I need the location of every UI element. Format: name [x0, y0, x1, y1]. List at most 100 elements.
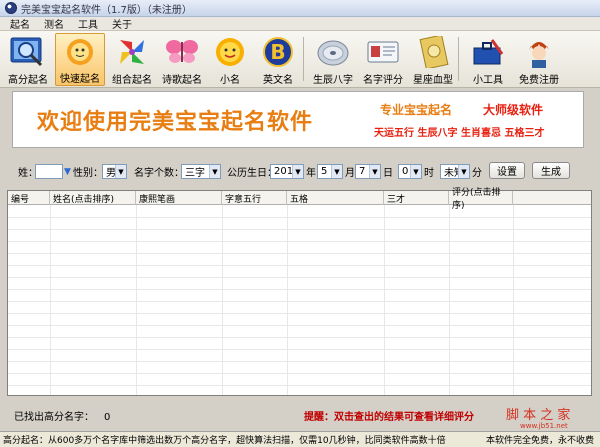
toolbar-register-button[interactable]: 免费注册 — [511, 33, 567, 86]
grid-column-line — [287, 205, 288, 395]
toolbar-quick-naming-button[interactable]: 快速起名 — [55, 33, 105, 86]
minute-select[interactable]: 未知 ▼ — [440, 164, 470, 179]
status-free-notice: 本软件完全免费，永不收费 — [485, 436, 594, 446]
grid-row-line — [8, 277, 591, 278]
day-select[interactable]: 7 ▼ — [355, 164, 381, 179]
toolbar-tools-button[interactable]: 小工具 — [463, 33, 513, 86]
surname-input[interactable] — [35, 164, 63, 179]
toolbar-label: 名字评分 — [363, 75, 403, 86]
toolbar-label: 免费注册 — [519, 75, 559, 86]
toolbar-combo-naming-button[interactable]: 组合起名 — [107, 33, 157, 86]
menu-bar: 起名 测名 工具 关于 — [0, 17, 600, 31]
grid-column-line — [222, 205, 223, 395]
name-length-select[interactable]: 三字 ▼ — [181, 164, 221, 179]
dropdown-arrow-icon[interactable]: ▼ — [64, 167, 71, 177]
toolbar-label: 组合起名 — [112, 75, 152, 86]
banner-features: 天运五行 生辰八字 生肖喜忌 五格三才 — [374, 128, 545, 139]
column-header-name[interactable]: 姓名(点击排序) — [50, 191, 136, 205]
column-header-elements[interactable]: 字意五行 — [222, 191, 287, 205]
toolbar-separator — [303, 37, 304, 81]
toolbar-label: 英文名 — [263, 75, 293, 86]
character-icon — [520, 35, 558, 69]
table-header: 编号 姓名(点击排序) 康熙笔画 字意五行 五格 三才 评分(点击排序) — [8, 188, 591, 211]
grid-column-line — [513, 205, 514, 395]
chevron-down-icon: ▼ — [115, 165, 126, 178]
hour-value: 0 — [402, 166, 409, 177]
hour-unit: 时 — [424, 168, 434, 179]
toolbar-nickname-button[interactable]: 小名 — [205, 33, 255, 86]
toolbar-high-score-button[interactable]: 高分起名 — [3, 33, 53, 86]
column-header-sancai[interactable]: 三才 — [384, 191, 449, 205]
name-length-value: 三字 — [185, 168, 205, 179]
grid-row-line — [8, 313, 591, 314]
window-title: 完美宝宝起名软件（1.7版）（未注册） — [21, 4, 192, 16]
name-length-label: 名字个数： — [134, 168, 184, 179]
grid-column-line — [384, 205, 385, 395]
grid-row-line — [8, 349, 591, 350]
disc-icon — [314, 35, 352, 69]
grid-row-line — [8, 289, 591, 290]
zodiac-card-icon — [414, 35, 452, 69]
results-table: 编号 姓名(点击排序) 康熙笔画 字意五行 五格 三才 评分(点击排序) — [7, 188, 592, 396]
chevron-down-icon: ▼ — [292, 165, 303, 178]
menu-tools[interactable]: 工具 — [78, 16, 98, 31]
toolbox-icon — [469, 35, 507, 69]
toolbar-zodiac-button[interactable]: 星座血型 — [408, 33, 458, 86]
status-bar: 高分起名：从600多万个名字库中筛选出数万个高分名字，超快算法扫描，仅需10几秒… — [0, 431, 600, 447]
magnifier-icon — [9, 35, 47, 69]
grid-column-line — [449, 205, 450, 395]
found-count-value: 0 — [104, 412, 111, 423]
toolbar-english-name-button[interactable]: B 英文名 — [253, 33, 303, 86]
month-value: 5 — [321, 166, 328, 177]
toolbar-name-score-button[interactable]: 名字评分 — [358, 33, 408, 86]
grid-column-line — [50, 205, 51, 395]
grid-row-line — [8, 325, 591, 326]
day-value: 7 — [359, 166, 366, 177]
column-header-strokes[interactable]: 康熙笔画 — [136, 191, 222, 205]
watermark-url: www.jb51.net — [520, 422, 568, 430]
column-header-id[interactable]: 编号 — [8, 191, 50, 205]
grid-row-line — [8, 337, 591, 338]
grid-row-line — [8, 217, 591, 218]
year-select[interactable]: 2014 ▼ — [270, 164, 304, 179]
menu-about[interactable]: 关于 — [112, 16, 132, 31]
found-count-area: 已找出高分名字： 0 — [14, 408, 110, 423]
toolbar-label: 快速起名 — [60, 74, 100, 85]
chevron-down-icon: ▼ — [458, 165, 469, 178]
toolbar: 高分起名 快速起名 组合起名 诗歌起名 小名 B 英文名 生辰八字 名字评分 星… — [0, 31, 600, 88]
grid-column-line — [136, 205, 137, 395]
tip-text: 提醒：双击查出的结果可查看详细评分 — [304, 412, 474, 423]
menu-naming[interactable]: 起名 — [10, 16, 30, 31]
menu-test-name[interactable]: 测名 — [44, 16, 64, 31]
smiley-flower-icon — [211, 35, 249, 69]
toolbar-separator — [458, 37, 459, 81]
month-select[interactable]: 5 ▼ — [317, 164, 343, 179]
grid-row-line — [8, 253, 591, 254]
title-bar: 完美宝宝起名软件（1.7版）（未注册） — [0, 0, 600, 17]
grid-row-line — [8, 241, 591, 242]
settings-button[interactable]: 设置 — [489, 162, 525, 179]
column-header-wuge[interactable]: 五格 — [287, 191, 384, 205]
banner-slogan-1: 专业宝宝起名 — [380, 103, 453, 117]
month-unit: 月 — [345, 168, 355, 179]
banner-title: 欢迎使用完美宝宝起名软件 — [37, 109, 314, 135]
welcome-banner: 欢迎使用完美宝宝起名软件 专业宝宝起名 大师级软件 天运五行 生辰八字 生肖喜忌… — [12, 91, 584, 148]
pinwheel-icon — [113, 35, 151, 69]
toolbar-label: 小名 — [220, 75, 240, 86]
gender-label: 性别： — [73, 168, 103, 179]
toolbar-label: 小工具 — [473, 75, 503, 86]
year-unit: 年 — [306, 168, 316, 179]
app-icon — [5, 2, 17, 14]
status-text: 高分起名：从600多万个名字库中筛选出数万个高分名字，超快算法扫描，仅需10几秒… — [3, 436, 446, 446]
column-header-score[interactable]: 评分(点击排序) — [449, 188, 513, 211]
toolbar-bazi-button[interactable]: 生辰八字 — [308, 33, 358, 86]
grid-row-line — [8, 373, 591, 374]
grid-row-line — [8, 229, 591, 230]
chevron-down-icon: ▼ — [369, 165, 380, 178]
grid-row-line — [8, 361, 591, 362]
toolbar-poem-naming-button[interactable]: 诗歌起名 — [157, 33, 207, 86]
minute-unit: 分 — [472, 168, 482, 179]
hour-select[interactable]: 0 ▼ — [398, 164, 422, 179]
gender-select[interactable]: 男 ▼ — [102, 164, 127, 179]
generate-button[interactable]: 生成 — [532, 162, 570, 179]
